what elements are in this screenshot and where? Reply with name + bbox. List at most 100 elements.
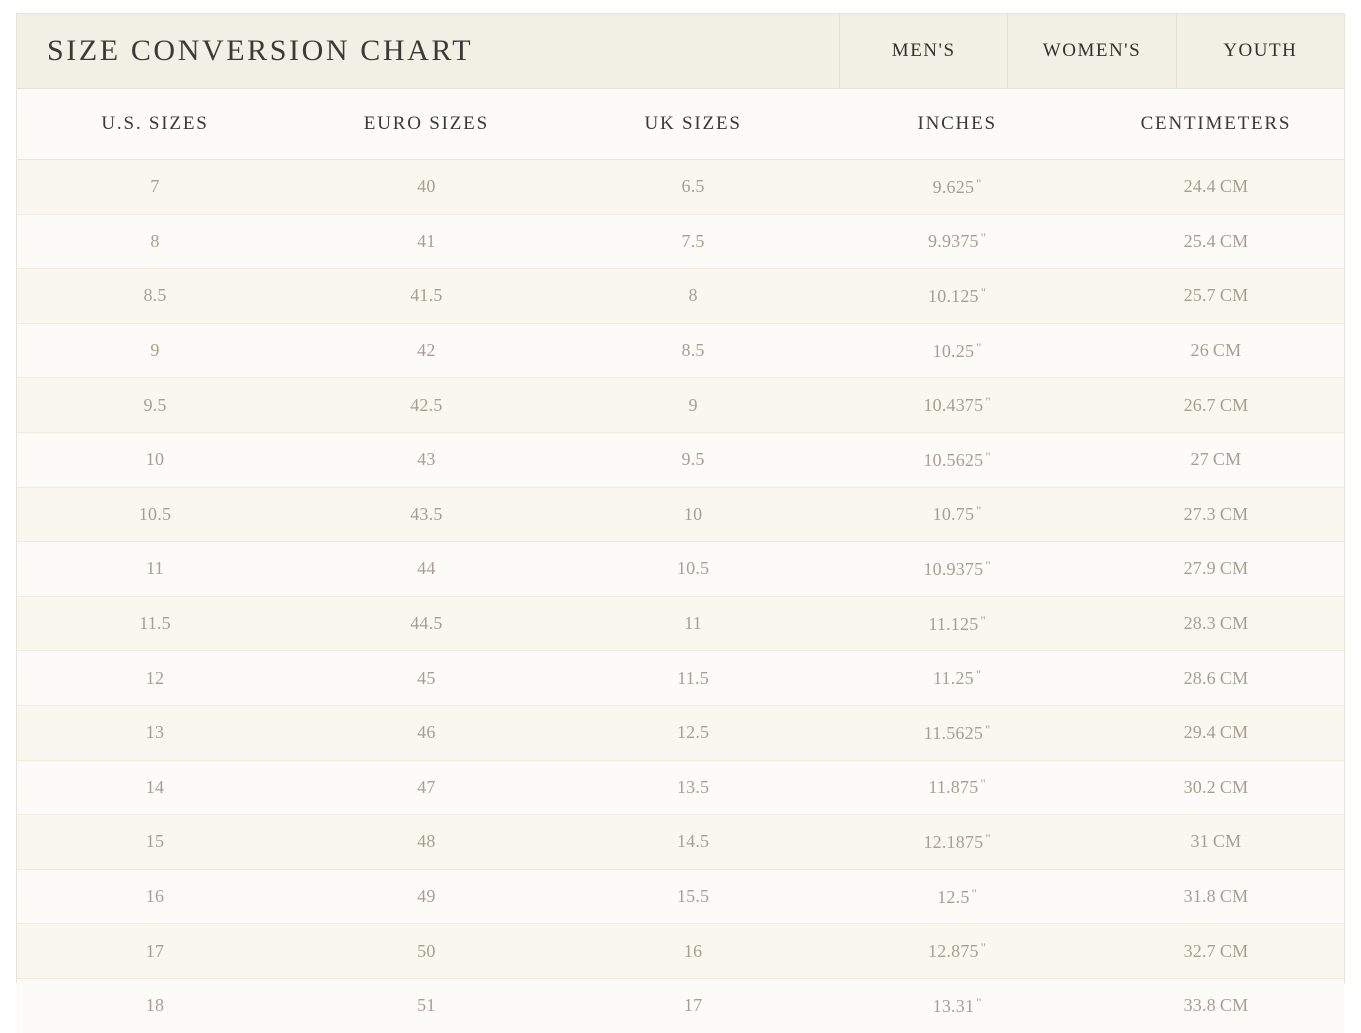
cell-centimeters: 26 CM [1087, 323, 1344, 379]
inch-symbol: " [980, 284, 987, 300]
cm-unit-label: CM [1212, 340, 1242, 361]
cell-inches: 11.125 " [826, 596, 1088, 652]
cm-unit-label: CM [1219, 176, 1249, 197]
inches-value: 9.9375 [928, 231, 979, 252]
cell-inches: 10.4375 " [826, 377, 1088, 433]
cell-uk-size: 9.5 [559, 432, 827, 488]
tab-label: WOMEN'S [1042, 40, 1142, 61]
cell-inches: 9.625 " [826, 159, 1088, 215]
inch-symbol: " [985, 448, 991, 464]
cell-uk-size: 12.5 [559, 705, 827, 761]
table-body: 7 40 6.5 9.625 " 24.4 CM 8 41 7.5 9.9375 " 25.4 CM 8.5… [17, 159, 1344, 1033]
cell-centimeters: 32.7 CM [1087, 923, 1344, 979]
cell-us-size: 8 [17, 214, 294, 270]
table-row: 9.5 42.5 9 10.4375 " 26.7 CM [17, 377, 1344, 433]
table-row: 18 51 17 13.31 " 33.8 CM [17, 978, 1344, 1033]
centimeters-value: 24.4 [1183, 176, 1216, 197]
inch-symbol: " [980, 940, 987, 956]
cell-inches: 12.5 " [826, 869, 1088, 925]
cell-us-size: 10 [17, 432, 294, 488]
cell-us-size: 10.5 [17, 487, 294, 543]
table-row: 11 44 10.5 10.9375 " 27.9 CM [17, 541, 1344, 597]
tab-label: MEN'S [891, 40, 956, 61]
cell-euro-size: 41 [293, 214, 560, 270]
cell-euro-size: 48 [293, 814, 560, 870]
cm-unit-label: CM [1219, 230, 1249, 251]
cell-uk-size: 11.5 [559, 650, 827, 706]
cell-inches: 10.5625 " [826, 432, 1088, 488]
inches-value: 10.75 [932, 504, 975, 525]
cell-inches: 10.75 " [826, 487, 1088, 543]
cell-us-size: 8.5 [17, 268, 294, 324]
cell-us-size: 13 [17, 705, 294, 761]
cell-uk-size: 7.5 [559, 214, 827, 270]
inch-symbol: " [985, 830, 991, 846]
tab-mens[interactable]: MEN'S [839, 14, 1007, 88]
inches-value: 11.125 [928, 613, 979, 634]
cell-centimeters: 31 CM [1087, 814, 1344, 870]
column-header-uk: UK SIZES [559, 89, 827, 160]
column-header-in: INCHES [826, 89, 1088, 160]
centimeters-value: 25.7 [1183, 285, 1216, 306]
inches-value: 10.5625 [923, 449, 984, 470]
cell-uk-size: 14.5 [559, 814, 827, 870]
cell-uk-size: 15.5 [559, 869, 827, 925]
cell-euro-size: 41.5 [293, 268, 560, 324]
column-header-euro: EURO SIZES [293, 89, 560, 160]
inches-value: 11.25 [932, 668, 974, 689]
cm-unit-label: CM [1219, 940, 1249, 961]
table-row: 10.5 43.5 10 10.75 " 27.3 CM [17, 487, 1344, 543]
cell-uk-size: 13.5 [559, 760, 827, 816]
cm-unit-label: CM [1219, 776, 1249, 797]
inches-value: 9.625 [932, 176, 975, 197]
cm-unit-label: CM [1212, 449, 1242, 470]
cell-inches: 10.25 " [826, 323, 1088, 379]
cell-inches: 12.875 " [826, 923, 1088, 979]
cell-uk-size: 10.5 [559, 541, 827, 597]
cm-unit-label: CM [1212, 831, 1242, 852]
cell-us-size: 18 [17, 978, 294, 1033]
cell-centimeters: 28.6 CM [1087, 650, 1344, 706]
centimeters-value: 32.7 [1183, 940, 1216, 961]
cell-euro-size: 51 [293, 978, 560, 1033]
table-row: 13 46 12.5 11.5625 " 29.4 CM [17, 705, 1344, 761]
cm-unit-label: CM [1219, 613, 1249, 634]
centimeters-value: 27 [1190, 449, 1209, 470]
inches-value: 10.4375 [923, 395, 984, 416]
centimeters-value: 27.3 [1183, 503, 1216, 524]
table-row: 15 48 14.5 12.1875 " 31 CM [17, 814, 1344, 870]
inch-symbol: " [975, 667, 982, 683]
cell-uk-size: 11 [559, 596, 827, 652]
cell-us-size: 7 [17, 159, 294, 215]
centimeters-value: 25.4 [1183, 230, 1216, 251]
cell-euro-size: 50 [293, 923, 560, 979]
centimeters-value: 28.3 [1183, 613, 1216, 634]
cell-centimeters: 29.4 CM [1087, 705, 1344, 761]
cell-euro-size: 44 [293, 541, 560, 597]
centimeters-value: 29.4 [1183, 722, 1216, 743]
centimeters-value: 33.8 [1183, 995, 1216, 1016]
centimeters-value: 31 [1190, 831, 1209, 852]
cell-inches: 13.31 " [826, 978, 1088, 1033]
tab-womens[interactable]: WOMEN'S [1007, 14, 1175, 88]
cell-us-size: 15 [17, 814, 294, 870]
cell-us-size: 16 [17, 869, 294, 925]
table-row: 9 42 8.5 10.25 " 26 CM [17, 323, 1344, 379]
inch-symbol: " [971, 885, 978, 901]
cell-euro-size: 47 [293, 760, 560, 816]
tab-youth[interactable]: YOUTH [1175, 14, 1344, 88]
cell-us-size: 14 [17, 760, 294, 816]
cm-unit-label: CM [1219, 722, 1249, 743]
centimeters-value: 27.9 [1183, 558, 1216, 579]
cell-us-size: 11 [17, 541, 294, 597]
cell-uk-size: 9 [559, 377, 827, 433]
cell-centimeters: 30.2 CM [1087, 760, 1344, 816]
cm-unit-label: CM [1219, 558, 1249, 579]
table-row: 10 43 9.5 10.5625 " 27 CM [17, 432, 1344, 488]
centimeters-value: 30.2 [1183, 776, 1216, 797]
inches-value: 10.125 [928, 285, 979, 306]
inch-symbol: " [976, 175, 982, 191]
cell-uk-size: 10 [559, 487, 827, 543]
centimeters-value: 31.8 [1183, 886, 1216, 907]
page-title: SIZE CONVERSION CHART [47, 34, 474, 67]
